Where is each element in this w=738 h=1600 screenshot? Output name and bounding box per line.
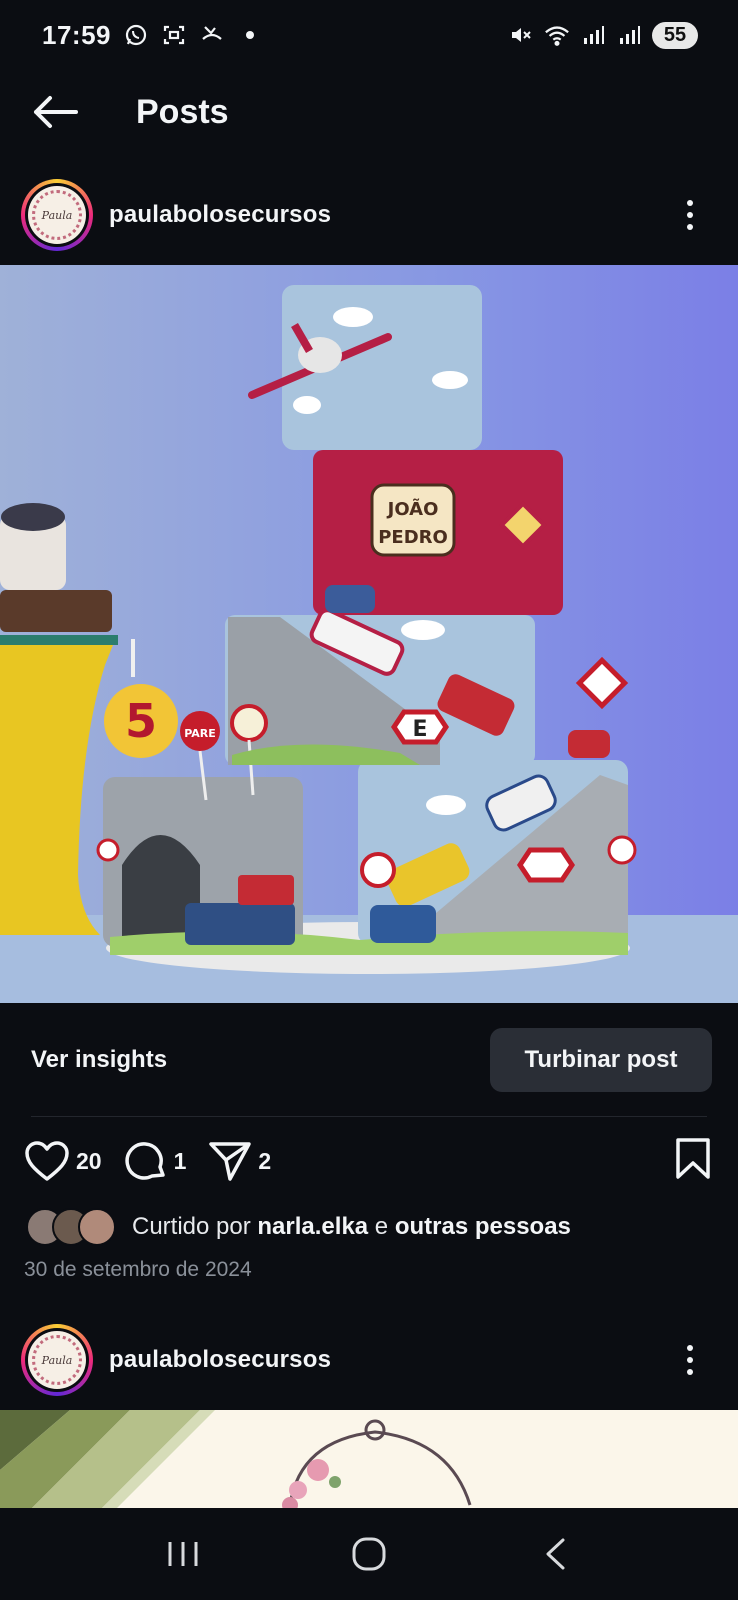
app-bar: Posts (0, 72, 738, 152)
send-icon (209, 1142, 252, 1181)
divider (31, 1116, 707, 1117)
liked-middle: e (368, 1213, 395, 1240)
clock: 17:59 (42, 19, 111, 50)
liked-by[interactable]: Curtido por narla.elka e outras pessoas (26, 1205, 571, 1249)
page-title: Posts (136, 92, 229, 131)
comment-count: 1 (173, 1147, 187, 1174)
home-button[interactable] (329, 1524, 409, 1584)
share-count: 2 (258, 1147, 272, 1174)
home-icon (352, 1537, 386, 1571)
insights-row: Ver insights Turbinar post (0, 1028, 738, 1092)
back-button[interactable] (20, 77, 90, 147)
liked-user-link[interactable]: narla.elka (257, 1213, 368, 1240)
avatar (78, 1208, 116, 1246)
more-options-button[interactable] (670, 185, 710, 245)
dot-icon (237, 22, 263, 48)
more-options-button[interactable] (670, 1330, 710, 1390)
post-image[interactable]: JOÃO PEDRO 5 PARE E (0, 265, 738, 1003)
signal-icon (580, 22, 606, 48)
save-button[interactable] (674, 1137, 712, 1186)
bookmark-icon (676, 1138, 710, 1179)
battery-indicator: 55 (652, 21, 698, 49)
liked-others-link[interactable]: outras pessoas (395, 1213, 571, 1240)
chevron-left-icon (546, 1538, 565, 1570)
wifi-icon (544, 22, 570, 48)
cake-name-top: JOÃO (386, 497, 439, 520)
like-button[interactable]: 20 (24, 1140, 102, 1182)
recent-apps-icon (168, 1542, 198, 1566)
signal-icon (616, 22, 642, 48)
username[interactable]: paulabolosecursos (109, 1346, 331, 1374)
avatar-logo-text: Paula (41, 208, 73, 222)
boost-post-button[interactable]: Turbinar post (490, 1028, 712, 1092)
status-bar: 17:59 55 (0, 0, 738, 70)
cake-age-number: 5 (125, 694, 157, 748)
post-date: 30 de setembro de 2024 (24, 1258, 252, 1281)
comment-button[interactable]: 1 (124, 1139, 187, 1183)
share-button[interactable]: 2 (208, 1139, 271, 1183)
cake-photo: JOÃO PEDRO 5 PARE E (0, 265, 738, 1003)
cake-sign-e: E (412, 717, 427, 742)
missed-call-icon (199, 22, 225, 48)
arrow-left-icon (34, 96, 78, 128)
system-nav-bar (0, 1508, 738, 1600)
avatar-logo-text: Paula (41, 1353, 73, 1367)
like-count: 20 (76, 1147, 102, 1174)
cake-sign-pare: PARE (184, 727, 216, 740)
post-actions: 20 1 2 (0, 1135, 738, 1187)
avatar[interactable]: Paula (21, 1324, 93, 1396)
view-insights-link[interactable]: Ver insights (31, 1046, 167, 1074)
liked-by-text: Curtido por narla.elka e outras pessoas (132, 1213, 571, 1241)
post-header: Paula paulabolosecursos (0, 170, 738, 260)
mute-icon (508, 22, 534, 48)
comment-icon (125, 1142, 165, 1180)
recent-apps-button[interactable] (143, 1524, 223, 1584)
post-header: Paula paulabolosecursos (0, 1315, 738, 1405)
system-back-button[interactable] (515, 1524, 595, 1584)
liker-avatars (26, 1207, 118, 1247)
whatsapp-icon (123, 22, 149, 48)
username[interactable]: paulabolosecursos (109, 201, 331, 229)
heart-icon (25, 1141, 69, 1181)
post-image[interactable] (0, 1410, 738, 1510)
post-image-preview (0, 1410, 738, 1510)
screenshot-icon (161, 22, 187, 48)
cake-name-bottom: PEDRO (378, 527, 448, 548)
avatar[interactable]: Paula (21, 179, 93, 251)
liked-prefix: Curtido por (132, 1213, 258, 1240)
